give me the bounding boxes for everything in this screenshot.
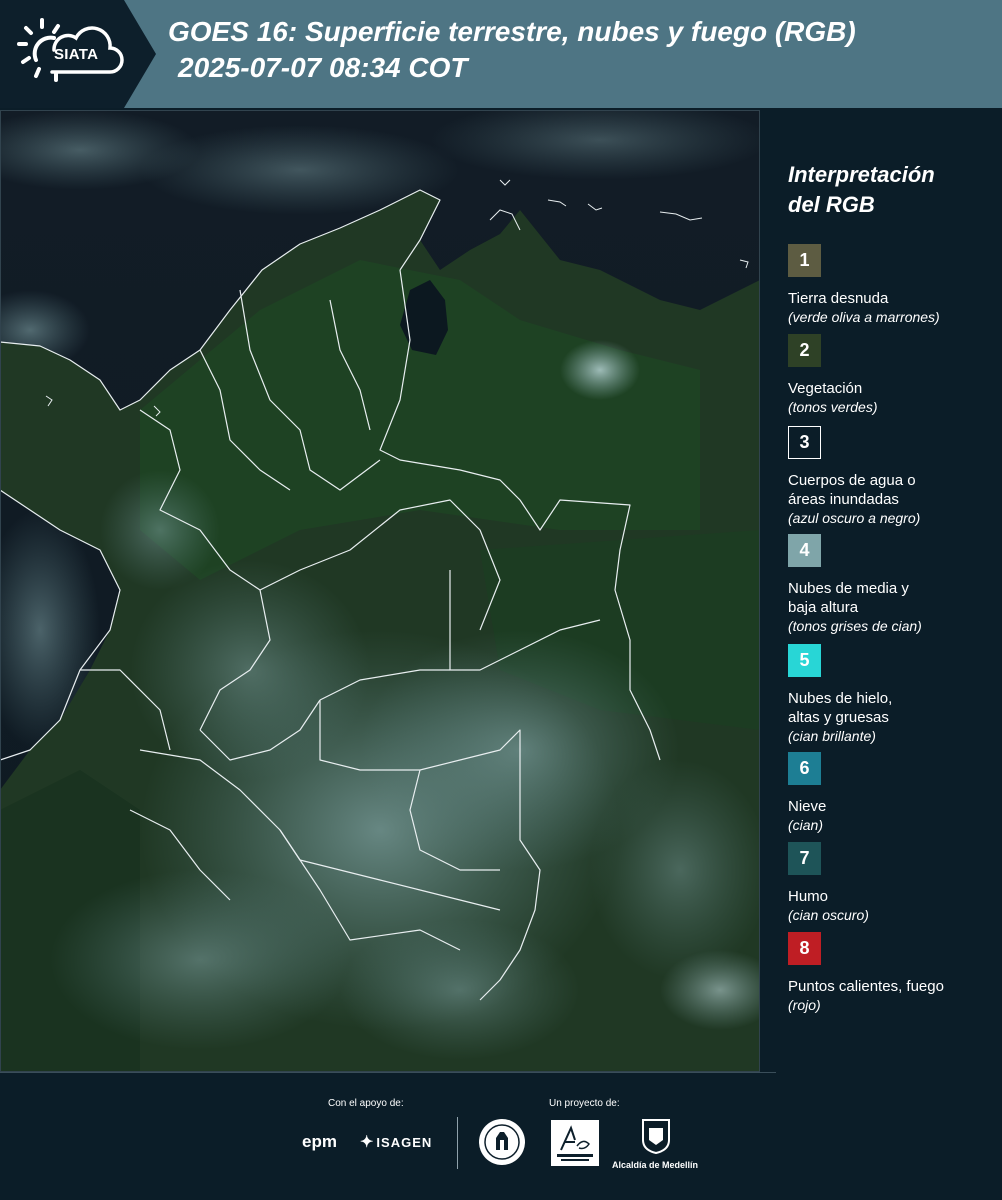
legend-label-6: Nieve [788,798,827,815]
header: SIATA GOES 16: Superficie terrestre, nub… [0,0,1002,108]
legend-desc-1: (verde oliva a marrones) [788,309,940,325]
legend-item-5: 5 Nubes de hielo, altas y gruesas (cian … [788,644,998,745]
legend-swatch-3: 3 [788,426,821,459]
legend-label-7: Humo [788,888,829,905]
university-seal-icon [479,1119,525,1165]
logo-text: SIATA [54,46,99,63]
legend-item-6: 6 Nieve (cian) [788,752,998,834]
legend-title-line-1: Interpretación [788,162,935,187]
legend-swatch-1: 1 [788,244,821,277]
legend-swatch-4: 4 [788,534,821,567]
legend-desc-3: (azul oscuro a negro) [788,510,921,526]
isagen-logo: ✦ ISAGEN [360,1132,432,1152]
legend-title: Interpretación del RGB [788,160,998,220]
legend-title-line-2: del RGB [788,192,875,217]
legend-item-8: 8 Puntos calientes, fuego (rojo) [788,932,998,1014]
legend-desc-4: (tonos grises de cian) [788,618,922,634]
title-timestamp: 2025-07-07 08:34 COT [178,52,468,83]
legend-label-8: Puntos calientes, fuego [788,978,944,995]
epm-logo: epm [302,1132,337,1151]
legend-label-1: Tierra desnuda [788,290,889,307]
footer-separator [457,1117,458,1169]
rgb-legend: Interpretación del RGB 1 Tierra desnuda … [788,160,998,1013]
footer: Con el apoyo de: Un proyecto de: epm ✦ IS… [0,1072,1002,1200]
alcaldia-logo-text: Alcaldía de Medellín [612,1160,699,1170]
legend-item-7: 7 Humo (cian oscuro) [788,842,998,924]
legend-swatch-5: 5 [788,644,821,677]
legend-swatch-8: 8 [788,932,821,965]
legend-desc-6: (cian) [788,817,824,833]
legend-desc-8: (rojo) [788,997,821,1013]
legend-label-4: Nubes de media y baja altura [788,580,909,616]
legend-desc-5: (cian brillante) [788,728,876,744]
legend-label-2: Vegetación [788,380,863,397]
project-label: Un proyecto de: [549,1098,620,1109]
legend-item-3: 3 Cuerpos de agua o áreas inundadas (azu… [788,426,998,527]
support-label: Con el apoyo de: [328,1098,404,1109]
page-title: GOES 16: Superficie terrestre, nubes y f… [168,14,856,86]
satellite-rgb-map-image [0,110,760,1072]
legend-label-3: Cuerpos de agua o áreas inundadas [788,472,916,508]
legend-item-2: 2 Vegetación (tonos verdes) [788,334,998,416]
legend-item-4: 4 Nubes de media y baja altura (tonos gr… [788,534,998,635]
legend-swatch-2: 2 [788,334,821,367]
legend-label-5: Nubes de hielo, altas y gruesas [788,690,893,726]
area-metropolitana-logo-icon [551,1120,599,1166]
title-line-1: GOES 16: Superficie terrestre, nubes y f… [168,16,856,47]
legend-swatch-6: 6 [788,752,821,785]
legend-item-1: 1 Tierra desnuda (verde oliva a marrones… [788,244,998,326]
footer-divider [0,1072,776,1073]
legend-desc-7: (cian oscuro) [788,907,869,923]
legend-swatch-7: 7 [788,842,821,875]
satellite-map [0,110,760,1072]
alcaldia-shield-icon [642,1119,670,1154]
legend-desc-2: (tonos verdes) [788,399,878,415]
isagen-text: ISAGEN [376,1135,433,1150]
isagen-star-icon: ✦ [360,1134,375,1151]
